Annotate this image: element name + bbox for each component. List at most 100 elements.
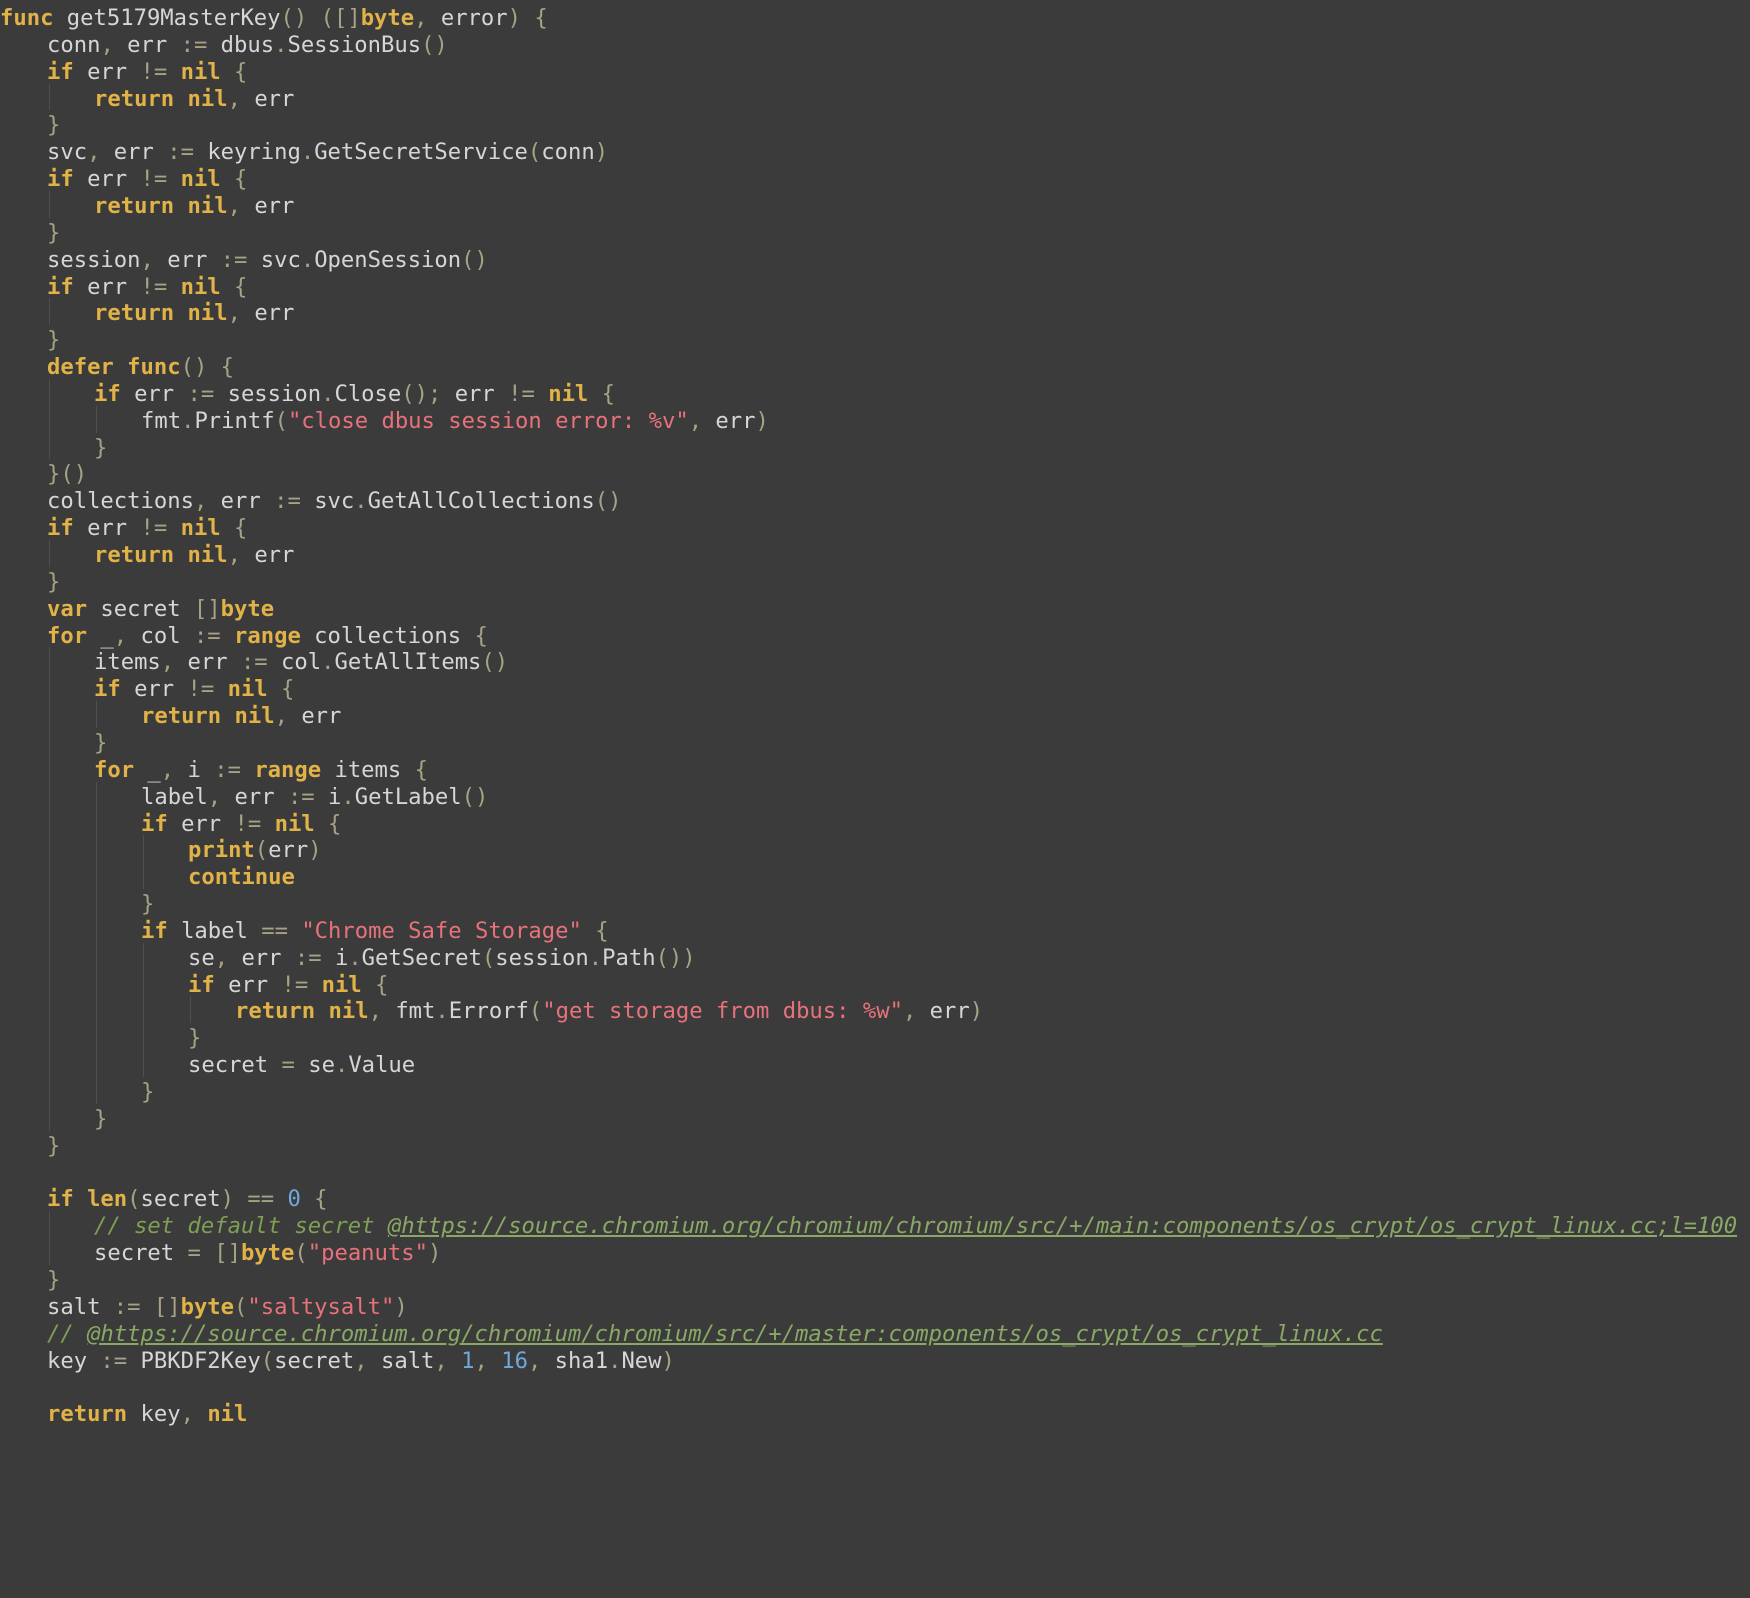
code-token: secret: [188, 1052, 269, 1079]
code-token: err: [73, 515, 141, 542]
code-token: {: [581, 917, 609, 944]
code-token: ,: [227, 192, 255, 219]
code-token: //: [47, 1320, 88, 1347]
code-token: session: [47, 246, 141, 273]
code-token: for: [47, 622, 88, 649]
code-token: .: [321, 649, 335, 676]
code-token: (: [234, 1293, 248, 1320]
code-line: }: [47, 110, 60, 140]
indent-guide: [49, 540, 50, 567]
code-token: se: [308, 1052, 335, 1079]
code-token: label: [167, 917, 262, 944]
code-line: }: [141, 889, 154, 919]
code-line: return nil, err: [94, 298, 294, 328]
code-token: ==: [247, 1186, 288, 1213]
code-token: _: [134, 756, 161, 783]
code-editor[interactable]: func get5179MasterKey() ([]byte, error) …: [0, 0, 1750, 1598]
code-token: 0: [287, 1186, 301, 1213]
code-token: svc: [260, 246, 301, 273]
code-token: (: [127, 1186, 141, 1213]
code-token: ,: [368, 998, 396, 1025]
code-token: i: [187, 756, 201, 783]
code-token: ,: [160, 649, 188, 676]
code-token: err: [254, 542, 295, 568]
code-token: fmt: [395, 998, 436, 1025]
code-token: session: [495, 944, 589, 971]
indent-guide: [49, 1211, 50, 1265]
code-token: err: [254, 192, 295, 219]
code-token: ,: [902, 998, 930, 1025]
code-token: for: [94, 756, 135, 783]
code-token: err: [73, 166, 141, 193]
code-token: ,: [434, 1347, 462, 1374]
code-token: 1: [461, 1347, 475, 1374]
code-token: nil: [328, 998, 369, 1025]
code-token: nil: [187, 192, 228, 219]
code-line: salt := []byte("saltysalt"): [47, 1292, 408, 1322]
code-token: return: [94, 192, 175, 219]
code-token: err: [454, 380, 509, 407]
code-token: (): [461, 783, 489, 810]
code-token: ();: [401, 380, 455, 407]
code-token: (: [260, 1347, 275, 1374]
code-line: continue: [188, 862, 295, 892]
code-token: () {: [180, 354, 235, 381]
code-token: (): [594, 488, 622, 515]
code-token: {: [267, 676, 295, 703]
code-token: return: [94, 85, 175, 112]
code-line: print(err): [188, 835, 322, 865]
indent-guide: [49, 378, 50, 460]
code-token: if: [47, 1186, 74, 1213]
code-token: err: [268, 837, 309, 864]
code-token: nil: [548, 380, 589, 407]
code-token: secret: [274, 1347, 355, 1374]
code-token: return: [47, 1401, 128, 1428]
code-token: .: [341, 783, 355, 810]
code-line: if err != nil {: [94, 674, 294, 704]
code-token: // set default secret: [94, 1213, 388, 1240]
code-line: if err != nil {: [47, 272, 247, 302]
code-line: if err != nil {: [188, 970, 388, 1000]
code-token: ): [969, 998, 984, 1025]
code-token: .: [274, 31, 288, 58]
code-token: dbus: [220, 31, 275, 58]
code-token: ): [427, 1240, 442, 1267]
code-token: }: [47, 568, 61, 595]
comment-link[interactable]: @https://source.chromium.org/chromium/ch…: [388, 1213, 1737, 1239]
code-line: if err != nil {: [47, 57, 247, 87]
code-token: ): [308, 837, 322, 864]
code-token: !=: [140, 515, 181, 542]
code-token: }: [47, 112, 61, 139]
code-line: }: [47, 567, 60, 597]
code-token: error: [440, 5, 508, 31]
code-token: nil: [321, 971, 362, 998]
code-token: {: [474, 622, 488, 649]
code-token: :=: [100, 1293, 154, 1320]
code-token: ,: [274, 703, 302, 730]
code-token: "Chrome Safe Storage": [301, 917, 582, 944]
code-token: {: [220, 273, 248, 300]
code-token: ,: [227, 300, 255, 327]
code-token: (): [461, 246, 488, 273]
code-line: for _, i := range items {: [94, 755, 428, 785]
code-token: []: [193, 595, 221, 622]
code-token: err: [167, 246, 208, 273]
code-token: svc: [314, 488, 355, 515]
code-token: ,: [140, 246, 168, 273]
code-token: .: [334, 1052, 349, 1079]
comment-link[interactable]: @https://source.chromium.org/chromium/ch…: [87, 1321, 1383, 1347]
code-token: {: [588, 380, 616, 407]
code-token: =: [268, 1052, 309, 1079]
code-token: :=: [180, 622, 235, 649]
code-token: .: [435, 998, 449, 1025]
code-token: range: [234, 622, 301, 649]
code-token: }: [47, 327, 61, 354]
code-line: if len(secret) == 0 {: [47, 1184, 328, 1214]
code-token: err: [715, 407, 756, 434]
code-token: :=: [153, 139, 208, 166]
code-token: ,: [527, 1347, 555, 1374]
indent-guide: [143, 942, 144, 1077]
code-token: .: [321, 380, 335, 407]
code-token: err: [220, 488, 261, 515]
